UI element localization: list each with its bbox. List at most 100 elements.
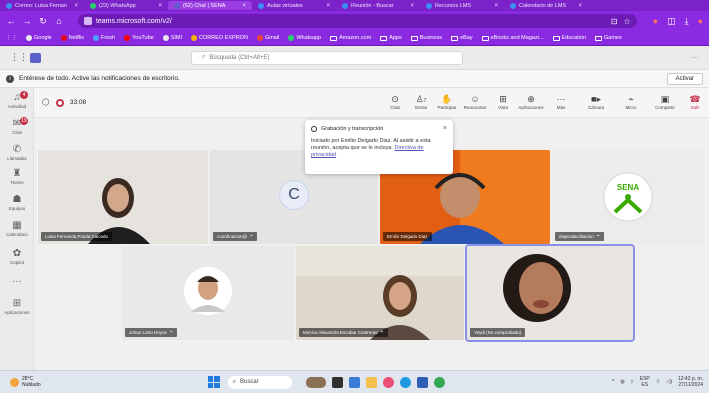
participant-tile-5[interactable]: Monica Alexandra Escobar Contreras ⌁ [296,246,464,340]
tool-camera[interactable]: ■▸ Cámara [583,93,609,110]
chat-icon: ✉ [12,118,22,129]
forward-arrow-icon[interactable]: → [22,16,32,26]
star-icon[interactable]: ☆ [623,17,630,26]
bookmark-folder-10[interactable]: Business [410,35,442,41]
browser-tab-0[interactable]: Correo: Luisa Fernan × [0,1,84,10]
rail-item-groups[interactable]: ☗ Equipos [0,194,34,211]
tab-favicon-icon [6,2,12,9]
bookmark-folder-9[interactable]: Apps [380,35,402,41]
browser-tab-3[interactable]: Aulas virtuales × [252,1,336,10]
close-icon[interactable]: × [410,3,414,9]
participant-tile-6[interactable]: Yeydi (No comprobado) [465,244,635,342]
search-input[interactable]: ⌕ Búsqueda (Ctrl+Alt+E) [191,50,463,65]
activate-notifications-button[interactable]: Activar [666,72,703,85]
extensions-puzzle-icon[interactable]: ◫ [667,16,676,27]
site-info-icon[interactable] [83,17,92,25]
url-field[interactable]: teams.microsoft.com/v2/ ⊡ ☆ [77,14,637,28]
tool-share[interactable]: ▣ Compartir [652,93,678,110]
language-indicator[interactable]: ESP ES [640,376,650,388]
bookmark-folder-12[interactable]: eBooks and Magazi... [481,35,544,41]
tool-chat[interactable]: ⊙ Chat [382,93,408,110]
shield-icon[interactable]: ⬡ [42,97,50,108]
extension-icon[interactable]: ● [653,16,658,27]
home-icon[interactable]: ⌂ [54,16,64,26]
close-icon[interactable]: × [326,3,330,9]
close-icon[interactable]: × [74,3,78,9]
more-options-icon[interactable]: ··· [691,53,699,62]
translate-icon[interactable]: ⊡ [611,17,618,26]
rail-item-teams[interactable]: ♜ Teams [0,168,34,185]
bookmark-folder-11[interactable]: eBay [451,35,473,41]
participant-tile-4[interactable]: Johan Lotro Hoyos ⌁ [122,246,294,340]
participant-tile-0[interactable]: Luisa Fernanda Posda Caicedo [38,150,208,244]
back-arrow-icon[interactable]: ← [6,16,16,26]
bookmark-1[interactable]: Netflix [60,35,84,41]
people-icon: ☗ [12,194,22,205]
chrome-icon[interactable] [433,376,445,388]
close-icon[interactable]: × [158,3,162,9]
bookmark-folder-8[interactable]: Amazon.com [330,35,371,41]
close-icon[interactable]: × [443,125,447,132]
reload-icon[interactable]: ↻ [38,16,48,27]
network-app-icon[interactable]: ◍ [620,379,624,385]
tool-raise-hand[interactable]: ✋ Participar [434,93,460,110]
volume-icon[interactable]: ◁) [666,379,672,385]
rail-item-activity[interactable]: ♫ 4 Actividad [0,91,34,109]
close-icon[interactable]: × [578,3,582,9]
close-icon[interactable]: × [242,3,246,9]
bookmark-4[interactable]: SIMI [162,35,182,41]
profile-icon[interactable]: ● [698,16,703,27]
close-icon[interactable]: × [494,3,498,9]
bookmark-3[interactable]: YouTube [124,35,154,41]
rail-item-more[interactable]: ··· [0,276,34,288]
edge-icon[interactable] [399,376,411,388]
bookmark-6[interactable]: Gmail [256,35,279,41]
participant-tile-3[interactable]: SENA elaprodacilitacion ⌁ [552,150,704,244]
browser-tab-5[interactable]: Recursos LMS × [420,1,504,10]
chevron-up-icon[interactable]: ^ [612,379,614,385]
teams-taskbar-icon[interactable] [348,376,360,388]
widgets-icon[interactable] [305,376,326,388]
app-launcher-icon[interactable]: ⋮⋮ [10,52,28,63]
clock[interactable]: 12:42 p. m. 27/11/2024 [678,376,703,388]
bookmark-7[interactable]: Whatsapp [288,35,321,41]
search-icon: ⌕ [232,378,237,385]
bookmark-2[interactable]: Fresh [93,35,115,41]
rail-item-chat[interactable]: ✉ 19 Chat [0,117,34,135]
browser-tab-2[interactable]: (62) Chat | SENA × [168,1,252,10]
hand-icon: ✋ [441,94,453,104]
rail-item-copilot[interactable]: ✿ Copilot [0,248,34,265]
bookmark-folder-14[interactable]: Games [594,35,622,41]
tool-mic[interactable]: ⌁ Micro [618,93,644,110]
bookmark-0[interactable]: Google [26,35,52,41]
rail-item-calendar[interactable]: ▦ Calendario [0,220,34,237]
bookmark-folder-13[interactable]: Education [552,35,586,41]
task-view-icon[interactable] [331,376,343,388]
browser-tab-6[interactable]: Calendario de LMS × [504,1,588,10]
apps-grid-icon[interactable]: ⋮⋮ [6,35,17,41]
outlook-icon[interactable] [416,376,428,388]
tool-people[interactable]: ♙7 Gente [408,93,434,110]
wifi-icon[interactable]: ⌔ [656,379,661,385]
browser-tab-4[interactable]: Reunión - Buscar × [336,1,420,10]
file-explorer-icon[interactable] [365,376,377,388]
folder-icon [552,35,560,41]
bluetooth-icon[interactable]: ᛒ [631,379,634,385]
taskbar-search[interactable]: ⌕ Buscar [227,375,292,389]
rail-item-calls[interactable]: ✆ Llamadas [0,144,34,161]
tool-apps[interactable]: ⊕ Aplicaciones [518,93,544,110]
download-icon[interactable]: ⤓ [685,16,689,27]
weather-widget[interactable]: 28°C Nublado [10,376,41,388]
store-icon[interactable] [382,376,394,388]
windows-start-icon[interactable] [207,376,220,388]
folder-icon [594,35,602,41]
folder-icon [330,35,338,41]
bookmark-5[interactable]: CORREO EXPRON [191,35,248,41]
tool-more[interactable]: ··· Más [548,93,574,110]
browser-tab-1[interactable]: (23) WhatsApp × [84,1,168,10]
tool-view[interactable]: ⊞ Vista [490,93,516,110]
leave-button[interactable]: ☎ Salir [684,93,706,110]
tool-react[interactable]: ☺ Reaccionar [462,93,488,110]
avatar: C [279,180,309,210]
rail-item-apps[interactable]: ⊞ Aplicaciones [0,298,34,315]
